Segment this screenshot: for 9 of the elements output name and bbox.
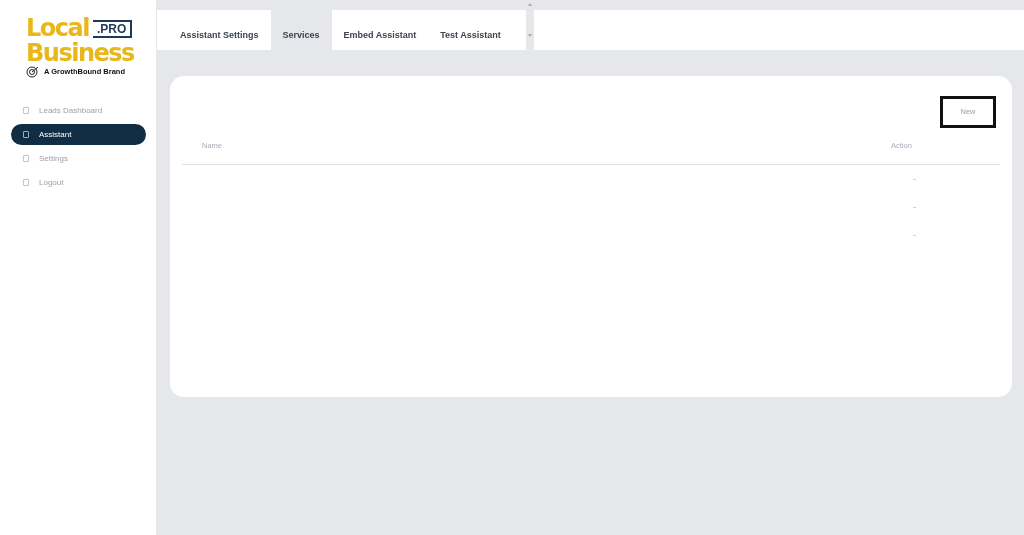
logo-badge: .PRO: [92, 19, 133, 38]
table-cell: -: [913, 229, 916, 242]
table-cell: -: [913, 173, 916, 186]
tab[interactable]: Services: [270, 10, 332, 50]
table-cell: -: [913, 201, 916, 214]
logo-text: Business: [26, 41, 135, 66]
sidebar-item[interactable]: Assistant: [11, 124, 146, 145]
logo-text: Local: [26, 16, 89, 41]
target-icon: [26, 66, 40, 78]
